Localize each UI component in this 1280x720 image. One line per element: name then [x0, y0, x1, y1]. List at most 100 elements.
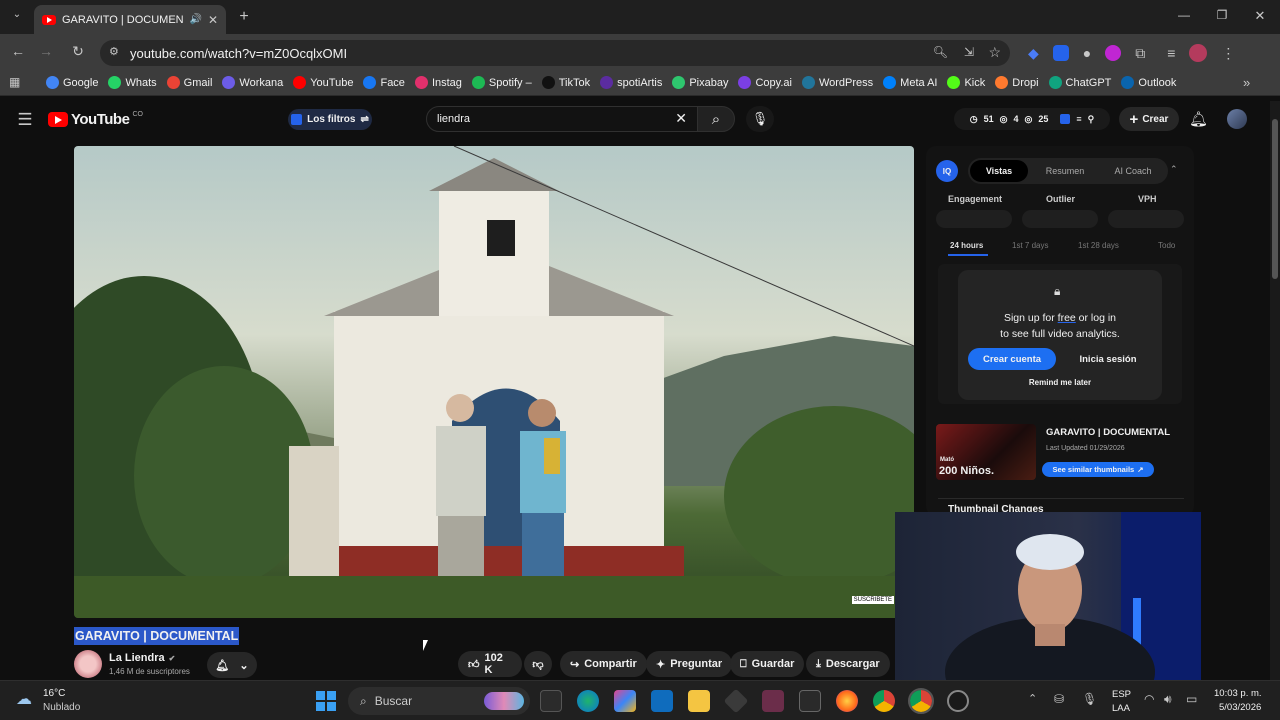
login-button[interactable]: Inicia sesión — [1064, 348, 1152, 370]
bookmark-item[interactable]: Instag — [414, 76, 462, 89]
new-tab-icon[interactable]: + — [236, 8, 252, 26]
microsoft-store-icon[interactable] — [651, 690, 673, 712]
back-icon[interactable]: ← — [10, 43, 26, 59]
tab-search-icon[interactable]: ⌄ — [8, 9, 26, 20]
bookmark-item[interactable]: Workana — [222, 76, 283, 89]
bookmark-star-icon[interactable]: ☆ — [988, 44, 1001, 61]
copilot-icon[interactable] — [614, 690, 636, 712]
range-24-hours[interactable]: 24 hours — [950, 241, 983, 250]
vidiq-extension-icon[interactable] — [1052, 45, 1069, 61]
tab-resumen[interactable]: Resumen — [1034, 160, 1096, 182]
thumbnail-preview[interactable]: Mató 200 Niños. — [936, 424, 1036, 480]
clock-date[interactable]: 5/03/2026 — [1219, 702, 1261, 713]
app-bookmark-icon[interactable] — [762, 690, 784, 712]
chrome-icon[interactable] — [873, 690, 895, 712]
keyboard-layout[interactable]: LAA — [1112, 703, 1130, 714]
like-button[interactable]: 👍︎ 102 K — [458, 651, 522, 677]
task-view-icon[interactable] — [540, 690, 562, 712]
apps-grid-icon[interactable]: ▦ — [9, 75, 20, 89]
battery-icon[interactable]: ▭ — [1186, 692, 1197, 706]
search-button[interactable]: ⌕ — [697, 106, 735, 132]
snipping-tool-icon[interactable] — [799, 690, 821, 712]
bookmark-item[interactable]: Kick — [947, 76, 985, 89]
address-bar[interactable]: ⚙ youtube.com/watch?v=mZ0OcqlxOMI 🔍︎ ⇲ ☆ — [100, 40, 1010, 66]
bookmark-item[interactable]: Copy.ai — [738, 76, 792, 89]
close-tab-icon[interactable]: ✕ — [208, 13, 218, 27]
range-28-days[interactable]: 1st 28 days — [1078, 241, 1119, 250]
volume-icon[interactable]: 🔊︎ — [1164, 692, 1172, 707]
more-bookmarks-icon[interactable]: » — [1243, 75, 1250, 90]
bookmark-item[interactable]: Google — [46, 76, 98, 89]
tray-microphone-icon[interactable]: 🎙︎ — [1082, 692, 1097, 706]
bookmark-item[interactable]: spotiArtis — [600, 76, 662, 89]
media-controls-icon[interactable]: ≡ — [1167, 45, 1175, 61]
remind-later-link[interactable]: Remind me later — [958, 378, 1162, 387]
reload-icon[interactable]: ↻ — [70, 43, 86, 60]
weather-desc[interactable]: Nublado — [43, 702, 80, 713]
firefox-icon[interactable] — [836, 690, 858, 712]
save-button[interactable]: ⎕ Guardar — [730, 651, 805, 677]
search-input[interactable]: liendra ✕ — [426, 106, 698, 132]
tab-ai-coach[interactable]: AI Coach — [1102, 160, 1164, 182]
cloud-weather-icon[interactable]: ☁ — [16, 689, 32, 709]
chrome-menu-icon[interactable]: ⋮ — [1221, 45, 1235, 62]
extension-tag-icon[interactable]: ◆ — [1028, 45, 1039, 62]
tray-chevron-icon[interactable]: ⌃ — [1028, 692, 1037, 705]
obs-icon[interactable] — [947, 690, 969, 712]
edge-browser-icon[interactable] — [577, 690, 599, 712]
filters-button[interactable]: Los filtros ⇌ — [288, 109, 372, 130]
close-window-icon[interactable]: ✕ — [1252, 8, 1268, 24]
channel-avatar[interactable] — [74, 650, 102, 678]
taskbar-search[interactable]: ⌕ Buscar — [348, 687, 530, 715]
forward-icon[interactable]: → — [38, 43, 54, 59]
vidiq-stats-bar[interactable]: ◷ 51 ◎ 4 ◎ 25 ≡ ⚲ — [954, 108, 1110, 130]
extensions-icon[interactable]: ⧉ — [1135, 45, 1145, 62]
youtube-logo[interactable]: YouTube CO — [48, 111, 143, 128]
tab-vistas[interactable]: Vistas — [970, 160, 1028, 182]
bookmark-item[interactable]: YouTube — [293, 76, 353, 89]
download-button[interactable]: ⤓ Descargar — [806, 651, 890, 677]
range-7-days[interactable]: 1st 7 days — [1012, 241, 1048, 250]
scrollbar-thumb[interactable] — [1272, 119, 1278, 279]
page-scrollbar[interactable] — [1270, 101, 1280, 680]
share-button[interactable]: ↪ Compartir — [560, 651, 647, 677]
download-extension-icon[interactable] — [1105, 45, 1122, 61]
weather-temp[interactable]: 16°C — [43, 688, 65, 699]
clear-search-icon[interactable]: ✕ — [675, 110, 687, 127]
profile-avatar[interactable] — [1189, 44, 1208, 62]
bookmark-item[interactable]: Whats — [108, 76, 157, 89]
windows-start-icon[interactable] — [316, 691, 336, 711]
bookmark-item[interactable]: Outlook — [1121, 76, 1176, 89]
zoom-icon[interactable]: 🔍︎ — [933, 45, 948, 59]
bookmark-item[interactable]: TikTok — [541, 76, 590, 89]
wifi-icon[interactable]: ◠ — [1144, 692, 1154, 706]
user-avatar[interactable] — [1227, 109, 1247, 129]
subscribed-bell-button[interactable]: 🔔︎ ⌄ — [207, 652, 257, 678]
dislike-button[interactable]: 👎︎ — [524, 651, 552, 677]
create-account-button[interactable]: Crear cuenta — [968, 348, 1056, 370]
bookmark-item[interactable]: Gmail — [166, 76, 212, 89]
file-explorer-icon[interactable] — [688, 690, 710, 712]
site-info-icon[interactable]: ⚙ — [109, 45, 119, 58]
keyboard-lang[interactable]: ESP — [1112, 689, 1131, 700]
bookmark-item[interactable]: WordPress — [801, 76, 873, 89]
audio-icon[interactable]: 🔊 — [189, 14, 201, 25]
clock-time[interactable]: 10:03 p. m. — [1214, 688, 1262, 699]
maximize-icon[interactable]: ❐ — [1214, 8, 1230, 22]
bookmark-item[interactable]: Meta AI — [883, 76, 937, 89]
ask-button[interactable]: ✦ Preguntar — [646, 651, 733, 677]
minimize-icon[interactable]: — — [1176, 8, 1192, 22]
video-player[interactable]: SUSCRIBETE — [74, 146, 914, 618]
install-icon[interactable]: ⇲ — [964, 45, 974, 59]
active-tab[interactable]: GARAVITO | DOCUMENTAL 🔊 ✕ — [34, 5, 226, 34]
voice-search-button[interactable]: 🎙︎ — [746, 106, 774, 132]
bookmark-item[interactable]: Dropi — [995, 76, 1039, 89]
notifications-bell-icon[interactable]: 🔔︎ — [1189, 110, 1208, 128]
tray-app-icon[interactable]: ⛁ — [1054, 692, 1064, 706]
extension-puzzle-gray-icon[interactable]: ● — [1083, 45, 1091, 61]
chrome-active-icon[interactable] — [908, 688, 934, 714]
collapse-icon[interactable]: ⌃ — [1170, 164, 1178, 175]
range-todo[interactable]: Todo — [1158, 241, 1175, 250]
bookmark-item[interactable]: Pixabay — [672, 76, 728, 89]
bookmark-item[interactable]: Spotify – — [471, 76, 532, 89]
